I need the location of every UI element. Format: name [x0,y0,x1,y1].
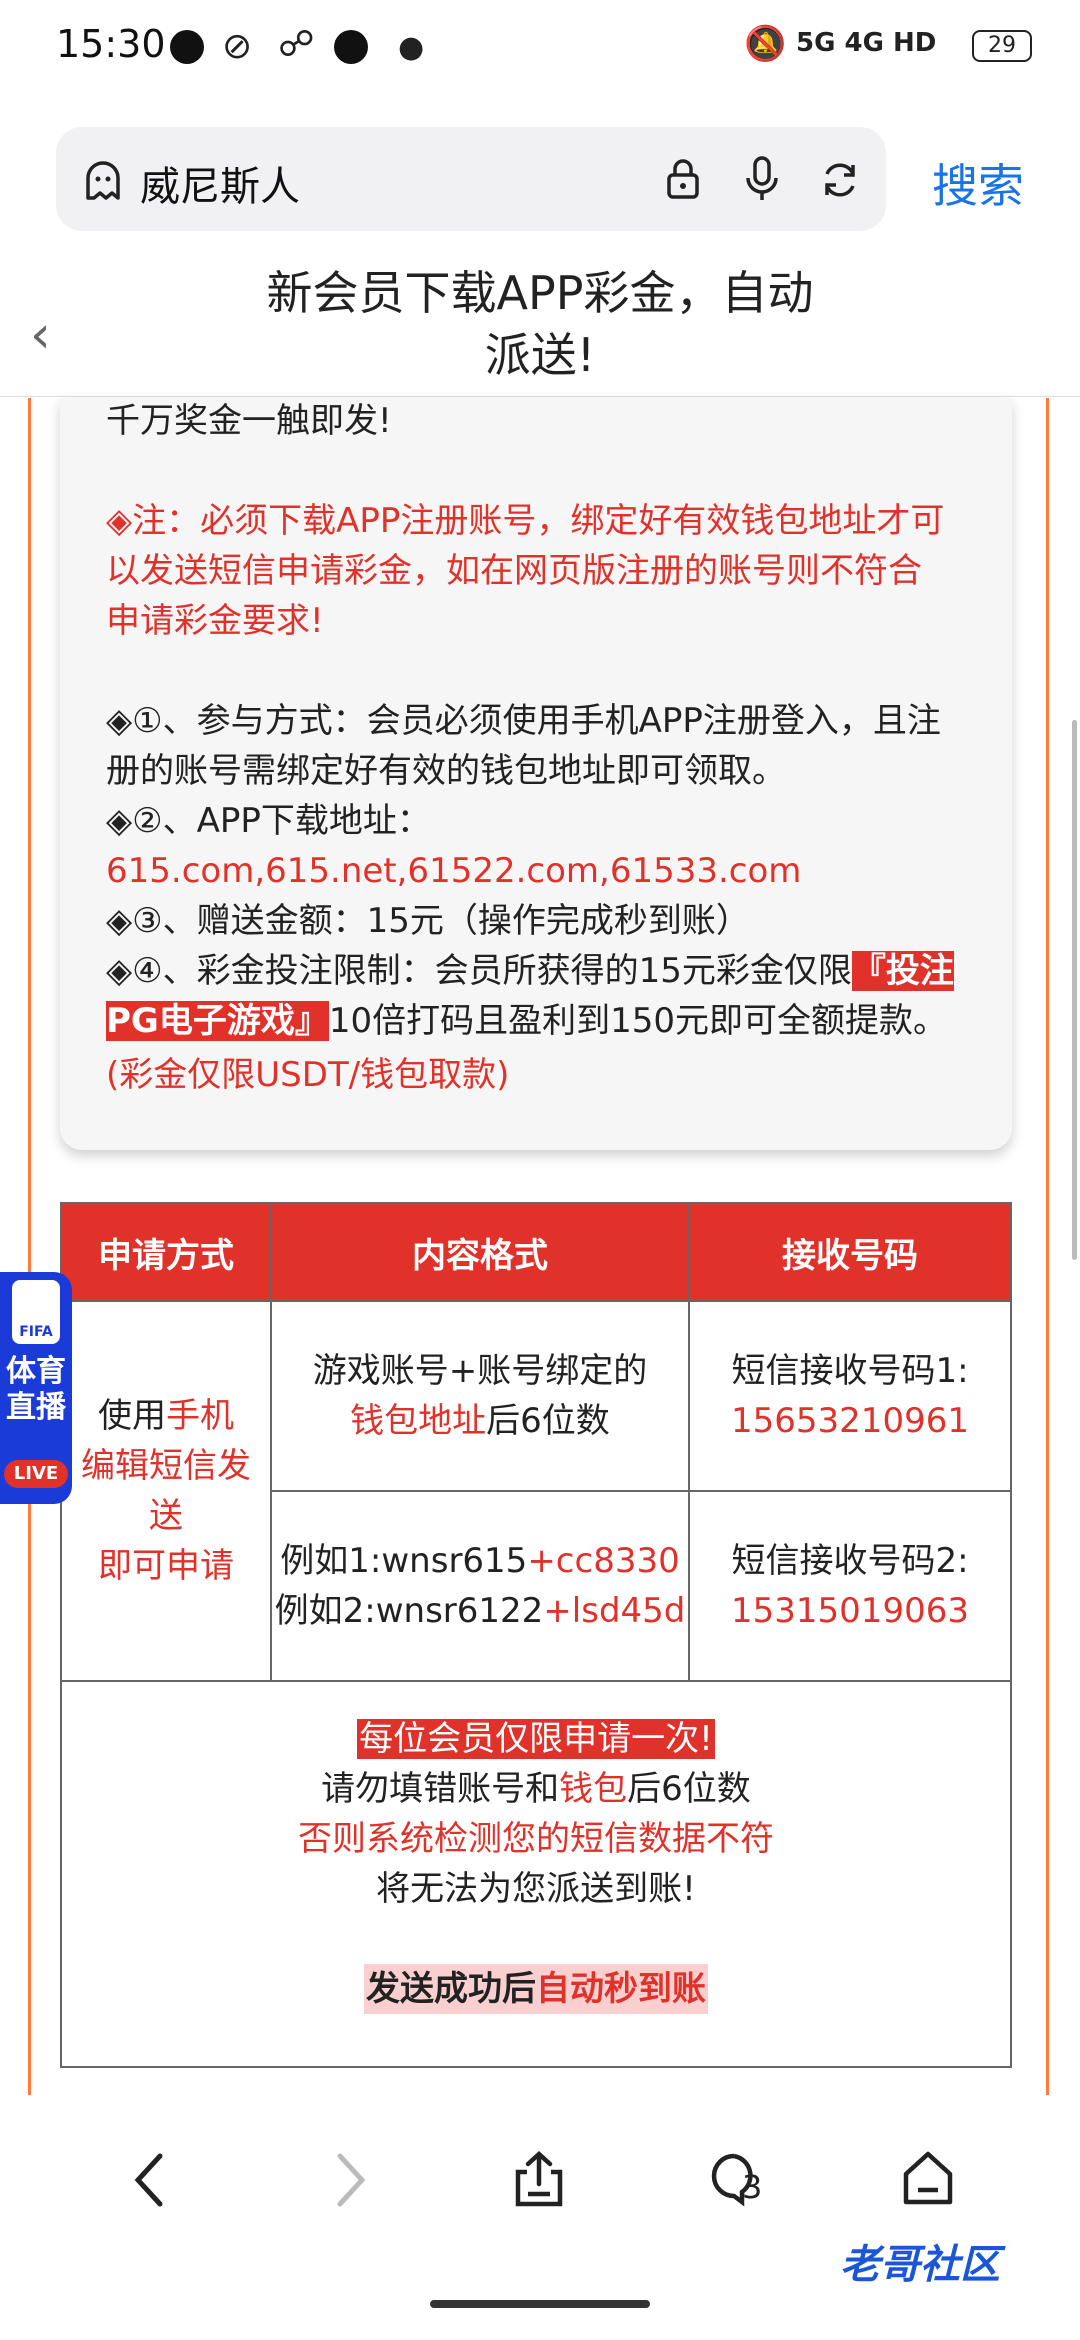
download-links[interactable]: 615.com,615.net,61522.com,61533.com [106,846,801,896]
search-button[interactable]: 搜索 [932,150,1024,216]
back-icon[interactable] [130,2152,170,2208]
status-bar: 15:30 ⊘ ☍ ● 🔕 5G 4G HD 29 [0,0,1080,96]
receiver-cell-2: 短信接收号码2: 15315019063 [690,1492,1010,1680]
example-2-suffix: +lsd45d [543,1591,686,1631]
footer-limit-notice: 每位会员仅限申请一次! [357,1719,715,1759]
table-header-method: 申请方式 [62,1204,270,1300]
receiver-1-number[interactable]: 15653210961 [731,1396,969,1446]
example-1-suffix: +cc8330 [527,1541,680,1581]
more-notifications-icon: ● [398,30,425,65]
footer-success-notice: 发送成功后自动秒到账 [364,1964,708,2014]
footer-line-2: 请勿填错账号和钱包后6位数 [321,1764,751,1814]
item4-line-2: PG电子游戏』10倍打码且盈利到150元即可全额提款。 [106,996,947,1046]
table-divider [60,1680,1012,1682]
fifa-trophy-icon: FIFA [12,1280,60,1344]
page-border-left [28,398,31,2098]
receiver-2-number[interactable]: 15315019063 [731,1586,969,1636]
signal-icon: 5G 4G HD [796,28,937,58]
sports-live-badge[interactable]: FIFA 体育 直播 LIVE [0,1272,72,1504]
format-red-text: 钱包地址 [350,1401,487,1441]
example-1-account: 例如1:wnsr615 [280,1541,528,1581]
note-line-2: 以发送短信申请彩金，如在网页版注册的账号则不符合 [106,551,922,591]
search-input[interactable]: 威尼斯人 [140,154,300,212]
check-circle-icon: ⊘ [222,26,253,67]
method-line-3: 送 [149,1496,183,1536]
table-footer: 每位会员仅限申请一次! 请勿填错账号和钱包后6位数 否则系统检测您的短信数据不符… [62,1714,1010,2014]
receiver-cell-1: 短信接收号码1: 15653210961 [690,1302,1010,1490]
example-2: 例如2:wnsr6122+lsd45d [275,1586,686,1636]
item4-highlight-2: PG电子游戏』 [106,1001,329,1041]
footer-line-4: 将无法为您派送到账! [376,1869,696,1909]
page-title: 新会员下载APP彩金，自动 派送! [220,262,860,386]
item4-text: ◈④、彩金投注限制：会员所获得的15元彩金仅限 [106,951,852,991]
footer-text: 请勿填错账号和 [321,1769,560,1809]
example-2-account: 例如2:wnsr6122 [274,1591,544,1631]
live-label: LIVE [13,1463,59,1484]
method-cell: 使用手机 编辑短信发 送 即可申请 [62,1302,270,1680]
badge-line-1: 体育 [6,1354,66,1389]
mute-icon: 🔕 [744,24,787,64]
missed-call-icon: ☍ [278,24,315,65]
footer-success-red: 自动秒到账 [536,1969,706,2009]
method-red-text: 手机 [166,1396,234,1436]
format-cell-1: 游戏账号+账号绑定的 钱包地址后6位数 [272,1302,688,1490]
item4-highlight-1: 『投注 [851,951,954,991]
method-line-2: 编辑短信发 [81,1446,251,1486]
lock-icon[interactable] [666,158,700,200]
page-title-line2: 派送! [484,328,596,382]
receiver-1-label: 短信接收号码1: [731,1351,969,1391]
item2-label: ◈②、APP下载地址： [106,801,431,841]
live-indicator: LIVE [4,1460,68,1488]
format-line-1: 游戏账号+账号绑定的 [312,1351,648,1391]
example-1: 例如1:wnsr615+cc8330 [280,1536,679,1586]
page-border-right [1046,398,1049,2098]
ghost-icon [86,161,120,200]
table-header-format: 内容格式 [272,1204,688,1300]
item4-line-1: ◈④、彩金投注限制：会员所获得的15元彩金仅限『投注 [106,946,954,996]
format-cell-2: 例如1:wnsr615+cc8330 例如2:wnsr6122+lsd45d [272,1492,688,1680]
watermark-logo: 老哥社区 [840,2242,1000,2288]
status-time: 15:30 [56,22,166,66]
item3: ◈③、赠送金额：15元（操作完成秒到账） [106,901,750,941]
scrollbar[interactable] [1072,720,1077,1260]
method-line-1: 使用手机 [98,1391,234,1441]
microphone-icon[interactable] [744,156,780,202]
method-text: 使用 [98,1396,166,1436]
format-text: 后6位数 [486,1401,610,1441]
forward-icon[interactable] [330,2152,370,2208]
page-title-line1: 新会员下载APP彩金，自动 [266,266,814,320]
tabs-count: 3 [742,2168,763,2206]
footer-text: 后6位数 [627,1769,751,1809]
battery-icon: 29 [972,30,1032,62]
item1-line-2: 册的账号需绑定好有效的钱包地址即可领取。 [106,751,786,791]
item1-line-1: ◈①、参与方式：会员必须使用手机APP注册登入，且注 [106,701,941,741]
receiver-2-label: 短信接收号码2: [731,1541,969,1581]
tagline: 千万奖金一触即发! [106,401,392,441]
home-icon[interactable] [902,2150,954,2206]
note-line-3: 申请彩金要求! [106,601,324,641]
chat-notification-icon [170,30,204,64]
footer-line-3: 否则系统检测您的短信数据不符 [298,1819,774,1859]
gesture-home-bar[interactable] [430,2300,650,2308]
format-line-2: 钱包地址后6位数 [350,1396,610,1446]
note-line-1: ◈注：必须下载APP注册账号，绑定好有效钱包地址才可 [106,501,945,541]
method-line-4: 即可申请 [98,1546,234,1586]
refresh-icon[interactable] [820,160,860,200]
badge-line-2: 直播 [6,1390,66,1425]
item4-text-2: 10倍打码且盈利到150元即可全额提款。 [328,1001,947,1041]
table-header-number: 接收号码 [690,1204,1010,1300]
back-chevron-icon[interactable]: ‹ [30,305,51,365]
footer-success-text: 发送成功后 [366,1969,536,2009]
footer-red-text: 钱包 [559,1769,628,1809]
share-icon[interactable] [512,2150,566,2208]
item4-note: (彩金仅限USDT/钱包取款) [106,1055,510,1095]
shield-app-icon [334,30,368,64]
